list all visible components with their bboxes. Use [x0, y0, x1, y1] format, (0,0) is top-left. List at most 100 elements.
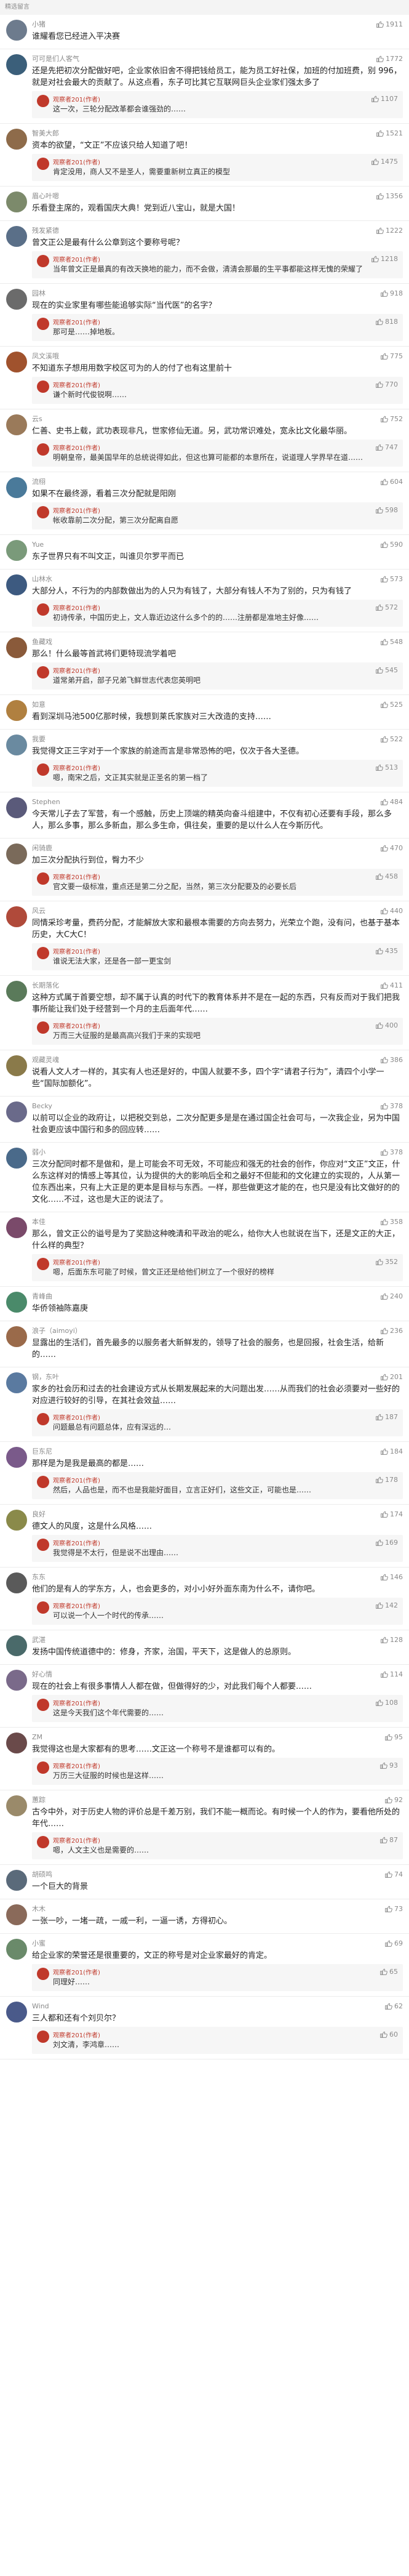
avatar[interactable] [6, 477, 27, 498]
avatar[interactable] [6, 1572, 27, 1593]
like-button[interactable]: 92 [384, 1796, 403, 1804]
reply-like-button[interactable]: 572 [375, 603, 398, 611]
like-button[interactable]: 440 [380, 907, 403, 915]
comment-username[interactable]: Becky [32, 1102, 380, 1110]
comment-username[interactable]: 闲骑鹿 [32, 843, 380, 853]
reply-like-button[interactable]: 818 [375, 318, 398, 326]
comment-username[interactable]: 钢，东叶 [32, 1372, 380, 1382]
avatar[interactable] [6, 906, 27, 927]
reply-like-button[interactable]: 352 [375, 1258, 398, 1266]
comment-username[interactable]: ZM [32, 1733, 384, 1741]
avatar[interactable] [6, 289, 27, 310]
reply-like-button[interactable]: 178 [375, 1476, 398, 1484]
reply-like-button[interactable]: 87 [379, 1836, 398, 1844]
avatar[interactable] [6, 1372, 27, 1393]
avatar[interactable] [6, 1870, 27, 1891]
like-button[interactable]: 114 [380, 1670, 403, 1678]
avatar[interactable] [6, 1292, 27, 1313]
like-button[interactable]: 573 [380, 575, 403, 583]
comment-username[interactable]: 云s [32, 414, 380, 424]
comment-username[interactable]: 小蜜 [32, 1938, 384, 1948]
reply-like-button[interactable]: 513 [375, 763, 398, 771]
avatar[interactable] [6, 1904, 27, 1925]
like-button[interactable]: 752 [380, 415, 403, 423]
avatar[interactable] [6, 574, 27, 595]
comment-username[interactable]: 木木 [32, 1904, 384, 1914]
like-button[interactable]: 378 [380, 1102, 403, 1110]
reply-like-button[interactable]: 400 [375, 1021, 398, 1029]
like-button[interactable]: 470 [380, 844, 403, 852]
comment-username[interactable]: 长期落化 [32, 980, 380, 990]
like-button[interactable]: 775 [380, 352, 403, 360]
like-button[interactable]: 174 [380, 1510, 403, 1518]
reply-like-button[interactable]: 187 [375, 1413, 398, 1421]
avatar[interactable] [6, 1148, 27, 1169]
comment-username[interactable]: 胡硕鸣 [32, 1869, 384, 1879]
like-button[interactable]: 548 [380, 638, 403, 646]
reply-like-button[interactable]: 770 [375, 380, 398, 388]
avatar[interactable] [6, 1733, 27, 1753]
like-button[interactable]: 95 [384, 1733, 403, 1741]
comment-username[interactable]: 东东 [32, 1572, 380, 1582]
comment-username[interactable]: 山林水 [32, 574, 380, 584]
like-button[interactable]: 918 [380, 289, 403, 297]
like-button[interactable]: 1356 [376, 192, 403, 200]
reply-like-button[interactable]: 142 [375, 1601, 398, 1609]
like-button[interactable]: 1772 [376, 55, 403, 63]
avatar[interactable] [6, 700, 27, 721]
like-button[interactable]: 1521 [376, 129, 403, 137]
avatar[interactable] [6, 735, 27, 755]
avatar[interactable] [6, 54, 27, 75]
avatar[interactable] [6, 1217, 27, 1238]
comment-username[interactable]: 可可是们人客气 [32, 54, 376, 63]
comment-username[interactable]: Wind [32, 2002, 384, 2010]
avatar[interactable] [6, 191, 27, 212]
like-button[interactable]: 236 [380, 1327, 403, 1335]
comment-username[interactable]: 眉心叶嗯 [32, 191, 376, 201]
comment-username[interactable]: 本佳 [32, 1217, 380, 1226]
comment-username[interactable]: 蕙踪 [32, 1795, 384, 1805]
comment-username[interactable]: 武湛 [32, 1635, 380, 1644]
reply-like-button[interactable]: 435 [375, 947, 398, 955]
avatar[interactable] [6, 1670, 27, 1691]
avatar[interactable] [6, 414, 27, 435]
comment-username[interactable]: 风云 [32, 906, 380, 916]
comment-username[interactable]: Yue [32, 541, 380, 549]
reply-like-button[interactable]: 747 [375, 443, 398, 451]
comment-username[interactable]: 如意 [32, 699, 380, 709]
comment-username[interactable]: 流栩 [32, 477, 380, 486]
reply-like-button[interactable]: 60 [379, 2031, 398, 2039]
like-button[interactable]: 590 [380, 541, 403, 549]
like-button[interactable]: 184 [380, 1447, 403, 1455]
like-button[interactable]: 522 [380, 735, 403, 743]
avatar[interactable] [6, 981, 27, 1002]
like-button[interactable]: 378 [380, 1148, 403, 1156]
like-button[interactable]: 69 [384, 1939, 403, 1947]
avatar[interactable] [6, 1447, 27, 1468]
reply-like-button[interactable]: 65 [379, 1968, 398, 1976]
like-button[interactable]: 1911 [376, 20, 403, 28]
comment-username[interactable]: 巨东尼 [32, 1446, 380, 1456]
like-button[interactable]: 358 [380, 1218, 403, 1226]
like-button[interactable]: 128 [380, 1636, 403, 1644]
comment-username[interactable]: 好心情 [32, 1669, 380, 1679]
avatar[interactable] [6, 797, 27, 818]
reply-like-button[interactable]: 108 [375, 1699, 398, 1707]
avatar[interactable] [6, 1055, 27, 1076]
like-button[interactable]: 201 [380, 1373, 403, 1381]
like-button[interactable]: 62 [384, 2002, 403, 2010]
reply-like-button[interactable]: 93 [379, 1761, 398, 1769]
like-button[interactable]: 604 [380, 478, 403, 486]
avatar[interactable] [6, 637, 27, 658]
reply-like-button[interactable]: 1107 [371, 95, 398, 103]
comment-username[interactable]: 浪子（aimoyi） [32, 1326, 380, 1335]
comment-username[interactable]: 凤文溪哦 [32, 351, 380, 361]
reply-like-button[interactable]: 598 [375, 506, 398, 514]
like-button[interactable]: 525 [380, 701, 403, 709]
like-button[interactable]: 386 [380, 1056, 403, 1064]
comment-username[interactable]: 智美大郎 [32, 128, 376, 138]
like-button[interactable]: 1222 [376, 227, 403, 235]
like-button[interactable]: 146 [380, 1573, 403, 1581]
comment-username[interactable]: 小猪 [32, 19, 376, 29]
avatar[interactable] [6, 2002, 27, 2023]
